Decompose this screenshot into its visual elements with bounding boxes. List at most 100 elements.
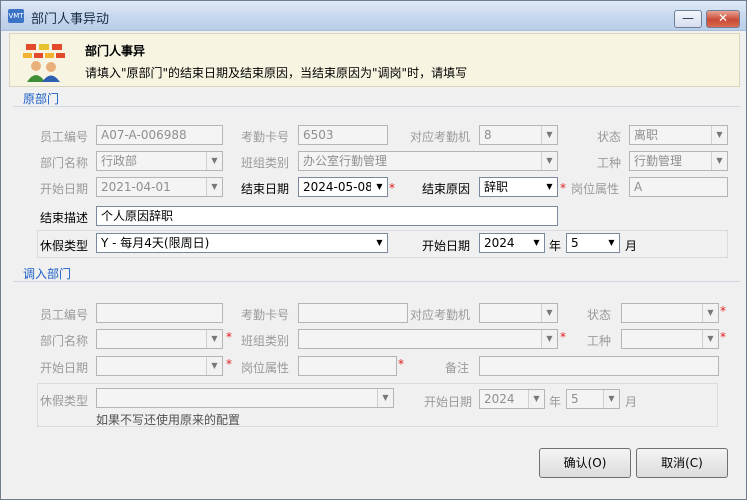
app-icon: VMT <box>8 9 24 23</box>
post-attr-label: 岗位属性 <box>571 182 620 196</box>
chevron-down-icon[interactable]: ▼ <box>206 357 222 375</box>
start-date-label: 开始日期 <box>40 182 89 196</box>
required-marker: * <box>720 330 726 344</box>
t-dept-name-select[interactable]: ▼ <box>96 329 223 349</box>
t-job-type-select[interactable]: ▼ <box>621 329 719 349</box>
year-unit: 年 <box>549 239 562 253</box>
chevron-down-icon[interactable]: ▼ <box>541 126 557 144</box>
t-emp-no-label: 员工编号 <box>40 308 89 322</box>
dept-name-label: 部门名称 <box>40 156 89 170</box>
leave-type-select[interactable]: Y - 每月4天(限周日) ▼ <box>96 233 388 253</box>
leave-month-select[interactable]: 5 ▼ <box>566 233 620 253</box>
t-post-attr-field[interactable] <box>298 356 397 376</box>
status-value: 离职 <box>634 128 659 142</box>
chevron-down-icon[interactable]: ▼ <box>711 126 727 144</box>
t-dept-name-label: 部门名称 <box>40 334 89 348</box>
chevron-down-icon[interactable]: ▼ <box>541 152 557 170</box>
t-status-select[interactable]: ▼ <box>621 303 719 323</box>
t-emp-no-field[interactable] <box>96 303 223 323</box>
chevron-down-icon[interactable]: ▼ <box>371 178 387 196</box>
chevron-down-icon[interactable]: ▼ <box>206 152 222 170</box>
t-team-type-select[interactable]: ▼ <box>298 329 558 349</box>
close-button[interactable]: ✕ <box>706 10 740 28</box>
t-leave-month-value: 5 <box>571 392 579 406</box>
end-date-value: 2024-05-08 <box>303 180 373 194</box>
att-machine-value: 8 <box>484 128 492 142</box>
header-title: 部门人事异 <box>85 44 146 58</box>
chevron-down-icon[interactable]: ▼ <box>702 330 718 348</box>
chevron-down-icon[interactable]: ▼ <box>603 390 619 408</box>
people-org-icon <box>23 44 65 82</box>
t-start-date-field[interactable]: ▼ <box>96 356 223 376</box>
t-remark-input[interactable] <box>479 356 719 376</box>
t-leave-type-select[interactable]: ▼ <box>96 388 394 408</box>
team-type-value: 办公室行勤管理 <box>303 154 388 168</box>
leave-note: 如果不写还使用原来的配置 <box>96 413 241 427</box>
leave-month-value: 5 <box>571 236 579 250</box>
att-machine-select[interactable]: 8 ▼ <box>479 125 558 145</box>
t-year-unit: 年 <box>549 395 562 409</box>
t-att-machine-label: 对应考勤机 <box>410 308 471 322</box>
job-type-value: 行勤管理 <box>634 154 683 168</box>
status-select[interactable]: 离职 ▼ <box>629 125 728 145</box>
chevron-down-icon[interactable]: ▼ <box>377 389 393 407</box>
chevron-down-icon[interactable]: ▼ <box>528 390 544 408</box>
title-bar[interactable]: VMT 部门人事异动 — ✕ <box>1 1 746 31</box>
required-marker: * <box>560 181 566 195</box>
t-team-type-label: 班组类别 <box>241 334 290 348</box>
emp-no-label: 员工编号 <box>40 130 89 144</box>
job-type-select[interactable]: 行勤管理 ▼ <box>629 151 728 171</box>
leave-start-label: 开始日期 <box>422 239 471 253</box>
month-unit: 月 <box>625 239 638 253</box>
t-leave-type-label: 休假类型 <box>40 394 89 408</box>
card-no-label: 考勤卡号 <box>241 130 290 144</box>
emp-no-field[interactable]: A07-A-006988 <box>96 125 223 145</box>
chevron-down-icon[interactable]: ▼ <box>541 178 557 196</box>
team-type-select[interactable]: 办公室行勤管理 ▼ <box>298 151 558 171</box>
end-reason-label: 结束原因 <box>422 182 471 196</box>
chevron-down-icon[interactable]: ▼ <box>603 234 619 252</box>
ok-button[interactable]: 确认(O) <box>539 448 631 478</box>
start-date-field[interactable]: 2021-04-01 ▼ <box>96 177 223 197</box>
t-card-no-field[interactable] <box>298 303 408 323</box>
dialog-header: 部门人事异 请填入"原部门"的结束日期及结束原因，当结束原因为"调岗"时，请填写 <box>9 33 740 87</box>
end-desc-label: 结束描述 <box>40 211 89 225</box>
required-marker: * <box>226 330 232 344</box>
dialog-window: VMT 部门人事异动 — ✕ 部门人事异 请填入"原部门"的结束日期及结束原因，… <box>0 0 747 500</box>
minimize-button[interactable]: — <box>674 10 702 28</box>
leave-year-value: 2024 <box>484 236 515 250</box>
header-description: 请填入"原部门"的结束日期及结束原因，当结束原因为"调岗"时，请填写 <box>85 66 468 80</box>
t-status-label: 状态 <box>587 308 612 322</box>
chevron-down-icon[interactable]: ▼ <box>702 304 718 322</box>
leave-year-select[interactable]: 2024 ▼ <box>479 233 545 253</box>
end-reason-select[interactable]: 辞职 ▼ <box>479 177 558 197</box>
t-leave-year-select[interactable]: 2024 ▼ <box>479 389 545 409</box>
post-attr-field[interactable]: A <box>629 177 728 197</box>
window-title: 部门人事异动 <box>31 12 110 27</box>
dept-name-select[interactable]: 行政部 ▼ <box>96 151 223 171</box>
chevron-down-icon[interactable]: ▼ <box>206 178 222 196</box>
t-remark-label: 备注 <box>445 361 470 375</box>
chevron-down-icon[interactable]: ▼ <box>541 304 557 322</box>
t-leave-year-value: 2024 <box>484 392 515 406</box>
card-no-field[interactable]: 6503 <box>298 125 388 145</box>
t-att-machine-select[interactable]: ▼ <box>479 303 558 323</box>
job-type-label: 工种 <box>597 156 622 170</box>
chevron-down-icon[interactable]: ▼ <box>371 234 387 252</box>
t-start-date-label: 开始日期 <box>40 361 89 375</box>
status-label: 状态 <box>597 130 622 144</box>
cancel-button[interactable]: 取消(C) <box>636 448 728 478</box>
t-job-type-label: 工种 <box>587 334 612 348</box>
chevron-down-icon[interactable]: ▼ <box>541 330 557 348</box>
t-leave-month-select[interactable]: 5 ▼ <box>566 389 620 409</box>
chevron-down-icon[interactable]: ▼ <box>528 234 544 252</box>
chevron-down-icon[interactable]: ▼ <box>711 152 727 170</box>
required-marker: * <box>389 181 395 195</box>
end-desc-input[interactable]: 个人原因辞职 <box>96 206 558 226</box>
dept-name-value: 行政部 <box>101 154 138 168</box>
end-date-picker[interactable]: 2024-05-08 ▼ <box>298 177 388 197</box>
required-marker: * <box>398 357 404 371</box>
chevron-down-icon[interactable]: ▼ <box>206 330 222 348</box>
att-machine-label: 对应考勤机 <box>410 130 471 144</box>
t-month-unit: 月 <box>625 395 638 409</box>
